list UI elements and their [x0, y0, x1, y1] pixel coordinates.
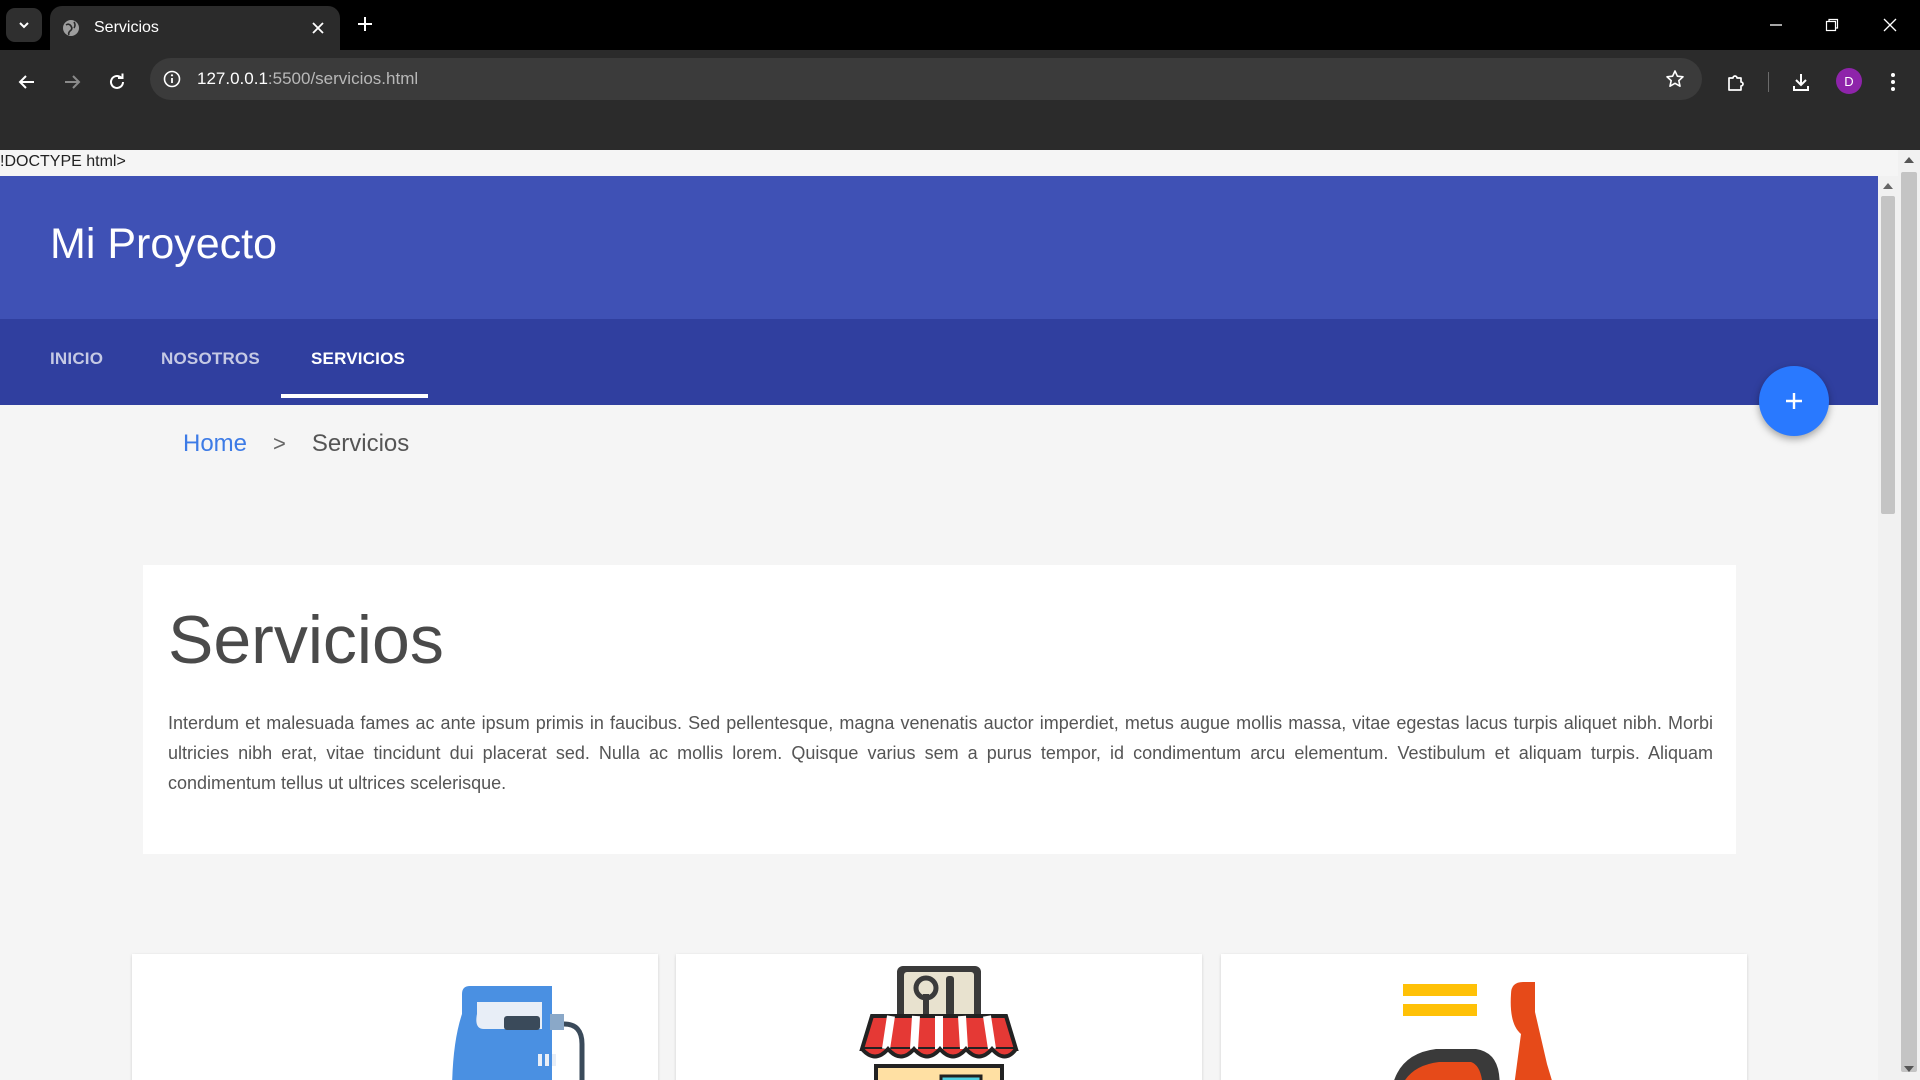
breadcrumb-separator: > [273, 431, 286, 456]
new-tab-button[interactable] [352, 11, 378, 37]
scroll-down-arrow-icon[interactable] [1903, 1064, 1915, 1074]
bookmark-star-icon[interactable] [1664, 68, 1686, 90]
site-info-icon[interactable] [163, 69, 183, 89]
arrow-left-icon [18, 75, 34, 89]
floating-action-button[interactable] [1759, 366, 1829, 436]
plus-icon [358, 17, 372, 31]
tab-search-button[interactable] [6, 8, 42, 42]
nav-link-nosotros[interactable]: NOSOTROS [161, 349, 260, 369]
download-icon [1793, 74, 1809, 91]
browser-menu-button[interactable] [1875, 64, 1911, 100]
site-nav: INICIO NOSOTROS SERVICIOS [0, 319, 1878, 405]
reload-icon [110, 73, 124, 89]
scroll-up-arrow-icon[interactable] [1903, 154, 1915, 164]
intro-paragraph: Interdum et malesuada fames ac ante ipsu… [168, 713, 1713, 793]
url-host: 127.0.0.1 [197, 69, 268, 88]
arrow-right-icon [65, 75, 81, 89]
frame-scrollbar-thumb[interactable] [1881, 196, 1895, 514]
address-bar[interactable]: 127.0.0.1:5500/servicios.html [150, 58, 1702, 100]
page-scrollbar-thumb[interactable] [1901, 172, 1917, 1072]
puzzle-icon [1728, 75, 1744, 91]
doctype-text: !DOCTYPE html> [0, 153, 126, 170]
nav-link-inicio[interactable]: INICIO [50, 349, 103, 369]
profile-avatar[interactable]: D [1836, 68, 1862, 94]
service-card-2[interactable] [676, 954, 1202, 1080]
repair-shop-icon [859, 966, 1019, 1080]
active-tab-indicator [281, 394, 428, 398]
close-window-button[interactable] [1870, 8, 1910, 42]
restore-icon [1825, 18, 1839, 32]
restore-button[interactable] [1812, 8, 1852, 42]
url-path: :5500/servicios.html [267, 69, 419, 88]
back-button[interactable] [9, 64, 45, 100]
frame-scrollbar[interactable] [1878, 176, 1898, 1080]
downloads-button[interactable] [1783, 64, 1819, 100]
page-title: Servicios [168, 602, 444, 678]
minimize-icon [1770, 24, 1782, 26]
breadcrumb: Home > Servicios [183, 430, 409, 458]
page-scrollbar[interactable] [1898, 150, 1920, 1080]
nav-link-servicios[interactable]: SERVICIOS [311, 349, 405, 369]
site-header: Mi Proyecto [0, 176, 1878, 319]
reload-button[interactable] [99, 64, 135, 100]
tab-title: Servicios [94, 19, 159, 36]
frame-scroll-up-arrow-icon[interactable] [1882, 180, 1894, 190]
plus-icon [1786, 393, 1802, 409]
site-title[interactable]: Mi Proyecto [50, 220, 277, 269]
content-frame: Mi Proyecto INICIO NOSOTROS SERVICIOS Ho… [0, 176, 1898, 1080]
iron-icon [452, 986, 585, 1080]
chevron-down-icon [19, 22, 29, 29]
minimize-button[interactable] [1756, 8, 1796, 42]
breadcrumb-home-link[interactable]: Home [183, 430, 247, 458]
globe-icon [62, 18, 82, 38]
intro-card: Servicios Interdum et malesuada fames ac… [143, 565, 1736, 854]
page-viewport: !DOCTYPE html> Mi Proyecto INICIO NOSOTR… [0, 150, 1920, 1080]
browser-toolbar: 127.0.0.1:5500/servicios.html D [0, 50, 1920, 150]
extensions-button[interactable] [1718, 64, 1754, 100]
browser-tab-active[interactable]: Servicios [50, 6, 340, 50]
service-card-3[interactable] [1221, 954, 1747, 1080]
breadcrumb-current: Servicios [311, 430, 410, 457]
close-icon [1883, 18, 1897, 32]
toolbar-separator [1768, 72, 1769, 92]
service-card-1[interactable] [132, 954, 658, 1080]
more-vertical-icon [1891, 73, 1895, 91]
delivery-scooter-icon [1394, 982, 1552, 1080]
close-tab-icon[interactable] [308, 18, 328, 38]
browser-tabstrip: Servicios [0, 0, 1920, 50]
forward-button[interactable] [54, 64, 90, 100]
